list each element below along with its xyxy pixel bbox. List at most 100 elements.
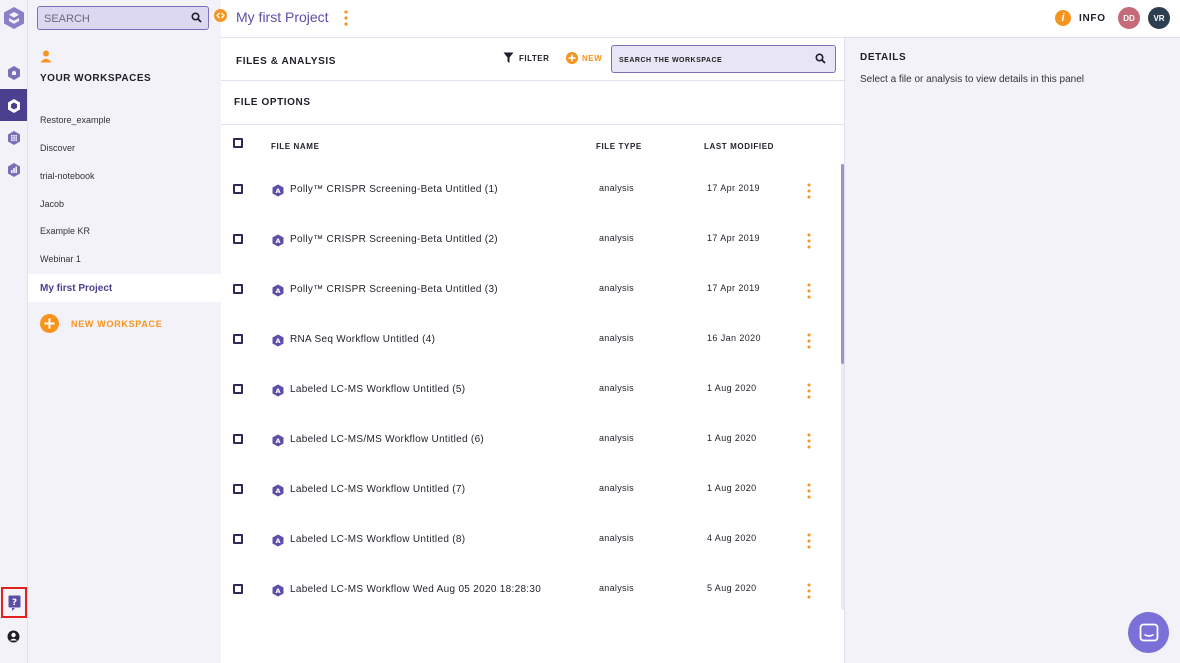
chat-icon [1139, 623, 1158, 641]
file-row[interactable]: A Labeled LC-MS Workflow Untitled (8) anal… [221, 514, 841, 564]
user-account-icon [7, 630, 20, 642]
workspaces-nav-button[interactable] [0, 89, 27, 121]
new-file-button[interactable]: NEW [566, 52, 602, 64]
svg-text:A: A [275, 287, 280, 295]
avatar[interactable]: DD [1116, 5, 1142, 31]
file-row[interactable]: A Polly™ CRISPR Screening-Beta Untitled (… [221, 214, 841, 264]
row-checkbox[interactable] [233, 384, 243, 394]
analysis-icon: A [272, 184, 284, 197]
row-menu-icon[interactable] [806, 382, 812, 400]
workspace-search-input[interactable] [619, 54, 799, 66]
file-modified: 17 Apr 2019 [707, 283, 760, 293]
workspace-item[interactable]: Restore_example [28, 106, 221, 134]
svg-text:A: A [275, 337, 280, 345]
svg-text:A: A [275, 437, 280, 445]
file-row[interactable]: A Labeled LC-MS Workflow Untitled (7) anal… [221, 464, 841, 514]
info-button[interactable]: i INFO [1055, 10, 1106, 26]
account-button[interactable] [0, 626, 27, 646]
workspace-item[interactable]: Webinar 1 [28, 245, 221, 273]
workspace-item[interactable]: Jacob [28, 190, 221, 218]
details-title: DETAILS [860, 52, 907, 63]
file-name[interactable]: Labeled LC-MS Workflow Untitled (8) [290, 534, 465, 545]
sidebar-search[interactable] [37, 6, 209, 30]
search-icon[interactable] [815, 53, 826, 64]
row-menu-icon[interactable] [806, 282, 812, 300]
row-menu-icon[interactable] [806, 232, 812, 250]
workspace-item-active[interactable]: My first Project [28, 274, 221, 302]
file-name[interactable]: Labeled LC-MS/MS Workflow Untitled (6) [290, 434, 484, 445]
file-name[interactable]: Polly™ CRISPR Screening-Beta Untitled (2… [290, 234, 498, 245]
bar-chart-icon [7, 162, 20, 177]
file-modified: 1 Aug 2020 [707, 483, 757, 493]
file-name[interactable]: Labeled LC-MS Workflow Untitled (5) [290, 384, 465, 395]
analysis-icon: A [272, 234, 284, 247]
top-bar: My first Project i INFO DD VR [214, 0, 1180, 38]
row-menu-icon[interactable] [806, 482, 812, 500]
file-row[interactable]: A Polly™ CRISPR Screening-Beta Untitled (… [221, 164, 841, 214]
collapse-sidebar-button[interactable] [214, 9, 227, 22]
help-button[interactable]: ? [1, 587, 27, 618]
row-checkbox[interactable] [233, 584, 243, 594]
workspace-search[interactable] [611, 45, 836, 73]
file-name[interactable]: Labeled LC-MS Workflow Untitled (7) [290, 484, 465, 495]
home-nav-button[interactable] [0, 56, 27, 88]
column-header-name[interactable]: FILE NAME [271, 142, 320, 151]
file-type: analysis [599, 383, 634, 393]
row-checkbox[interactable] [233, 434, 243, 444]
project-menu-icon[interactable] [343, 9, 349, 27]
file-row[interactable]: A Polly™ CRISPR Screening-Beta Untitled (… [221, 264, 841, 314]
file-name[interactable]: Polly™ CRISPR Screening-Beta Untitled (1… [290, 184, 498, 195]
new-workspace-button[interactable]: NEW WORKSPACE [40, 314, 162, 333]
analysis-icon: A [272, 484, 284, 497]
chat-button[interactable] [1128, 612, 1169, 653]
file-modified: 1 Aug 2020 [707, 433, 757, 443]
row-menu-icon[interactable] [806, 582, 812, 600]
analysis-icon: A [272, 584, 284, 597]
plus-icon [566, 52, 578, 64]
file-name[interactable]: Polly™ CRISPR Screening-Beta Untitled (3… [290, 284, 498, 295]
select-all-checkbox[interactable] [233, 138, 243, 148]
info-icon: i [1055, 10, 1071, 26]
file-name[interactable]: RNA Seq Workflow Untitled (4) [290, 334, 435, 345]
avatar[interactable]: VR [1146, 5, 1172, 31]
file-modified: 16 Jan 2020 [707, 333, 761, 343]
file-row[interactable]: A Labeled LC-MS Workflow Wed Aug 05 2020 … [221, 564, 841, 614]
row-checkbox[interactable] [233, 184, 243, 194]
file-row[interactable]: A RNA Seq Workflow Untitled (4) analysis 16… [221, 314, 841, 364]
grid-icon [7, 130, 20, 145]
filter-button[interactable]: FILTER [503, 52, 549, 64]
person-icon [40, 50, 52, 63]
icon-rail: ? [0, 0, 28, 663]
row-checkbox[interactable] [233, 484, 243, 494]
workspace-item[interactable]: Discover [28, 134, 221, 162]
apps-nav-button[interactable] [0, 121, 27, 153]
analysis-icon: A [272, 384, 284, 397]
analysis-icon: A [272, 334, 284, 347]
file-name[interactable]: Labeled LC-MS Workflow Wed Aug 05 2020 1… [290, 584, 541, 595]
svg-text:A: A [275, 237, 280, 245]
row-checkbox[interactable] [233, 334, 243, 344]
column-header-type[interactable]: FILE TYPE [596, 142, 642, 151]
analytics-nav-button[interactable] [0, 153, 27, 185]
row-menu-icon[interactable] [806, 432, 812, 450]
sidebar-search-input[interactable] [44, 11, 184, 27]
row-checkbox[interactable] [233, 534, 243, 544]
app-logo-icon[interactable] [3, 6, 25, 30]
search-icon[interactable] [191, 12, 202, 23]
file-modified: 1 Aug 2020 [707, 383, 757, 393]
workspace-item[interactable]: Example KR [28, 217, 221, 245]
row-menu-icon[interactable] [806, 532, 812, 550]
file-row[interactable]: A Labeled LC-MS Workflow Untitled (5) anal… [221, 364, 841, 414]
file-row[interactable]: A Labeled LC-MS/MS Workflow Untitled (6) a… [221, 414, 841, 464]
file-options-title[interactable]: FILE OPTIONS [234, 97, 311, 108]
row-menu-icon[interactable] [806, 332, 812, 350]
row-checkbox[interactable] [233, 234, 243, 244]
file-modified: 5 Aug 2020 [707, 583, 757, 593]
workspace-item[interactable]: trial-notebook [28, 162, 221, 190]
row-menu-icon[interactable] [806, 182, 812, 200]
file-options-bar: FILE OPTIONS [221, 81, 844, 125]
filter-label: FILTER [519, 53, 550, 63]
column-header-modified[interactable]: LAST MODIFIED [704, 142, 774, 151]
row-checkbox[interactable] [233, 284, 243, 294]
workspaces-heading: YOUR WORKSPACES [40, 73, 152, 84]
